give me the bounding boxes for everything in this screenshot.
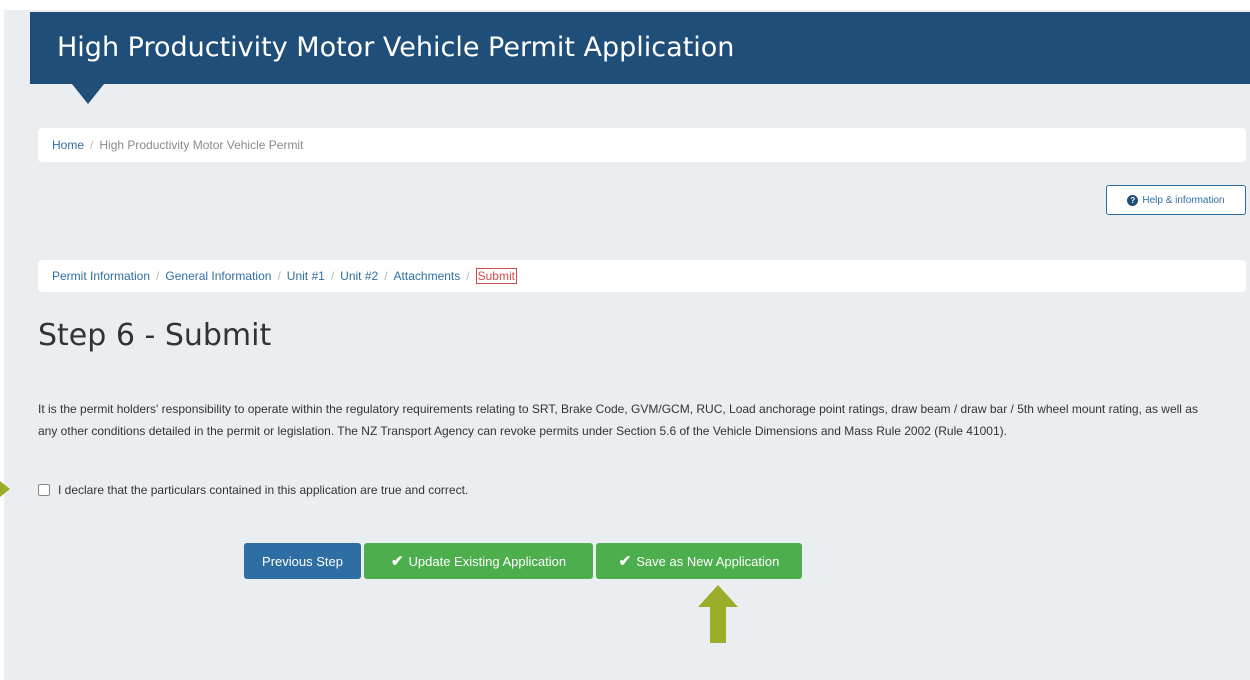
update-existing-label: Update Existing Application [408,553,567,569]
arrow-head [698,585,738,607]
breadcrumb-home-link[interactable]: Home [52,138,84,152]
annotation-arrow-right [0,481,10,497]
step-separator: / [277,269,281,283]
step-separator: / [384,269,388,283]
breadcrumb: Home / High Productivity Motor Vehicle Per… [38,128,1246,162]
help-information-button[interactable]: ? Help & information [1106,185,1246,215]
checkmark-icon: ✔ [618,553,632,570]
help-button-label: Help & information [1142,194,1225,206]
previous-step-label: Previous Step [262,553,343,569]
header-notch [72,84,104,104]
declaration-label: I declare that the particulars contained… [58,483,469,497]
step-link-unit-2[interactable]: Unit #2 [340,269,378,283]
step-heading: Step 6 - Submit [38,318,272,353]
step-breadcrumb: Permit Information / General Information / U… [38,260,1246,292]
step-separator: / [466,269,470,283]
annotation-arrow-up [698,585,738,643]
breadcrumb-separator: / [90,138,94,152]
declaration-checkbox[interactable] [38,484,50,496]
step-link-permit-information[interactable]: Permit Information [52,269,150,283]
question-icon: ? [1127,194,1139,206]
step-link-attachments[interactable]: Attachments [394,269,461,283]
step-separator: / [156,269,160,283]
save-as-new-application-button[interactable]: ✔ Save as New Application [596,543,802,579]
update-existing-application-button[interactable]: ✔ Update Existing Application [364,543,593,579]
step-link-unit-1[interactable]: Unit #1 [287,269,325,283]
page-header-title: High Productivity Motor Vehicle Permit A… [57,32,735,63]
step-separator: / [330,269,335,283]
responsibility-disclaimer: It is the permit holders' responsibility… [38,402,1198,438]
app-header: High Productivity Motor Vehicle Permit A… [30,12,1250,84]
step-current-submit: Submit [475,268,517,284]
step-link-general-information[interactable]: General Information [165,269,271,283]
arrow-shaft [710,607,726,643]
save-new-label: Save as New Application [636,553,780,569]
declaration-row[interactable]: I declare that the particulars contained… [38,483,468,497]
previous-step-button[interactable]: Previous Step [244,543,361,579]
breadcrumb-current: High Productivity Motor Vehicle Permit [99,138,304,152]
checkmark-icon: ✔ [390,553,404,570]
